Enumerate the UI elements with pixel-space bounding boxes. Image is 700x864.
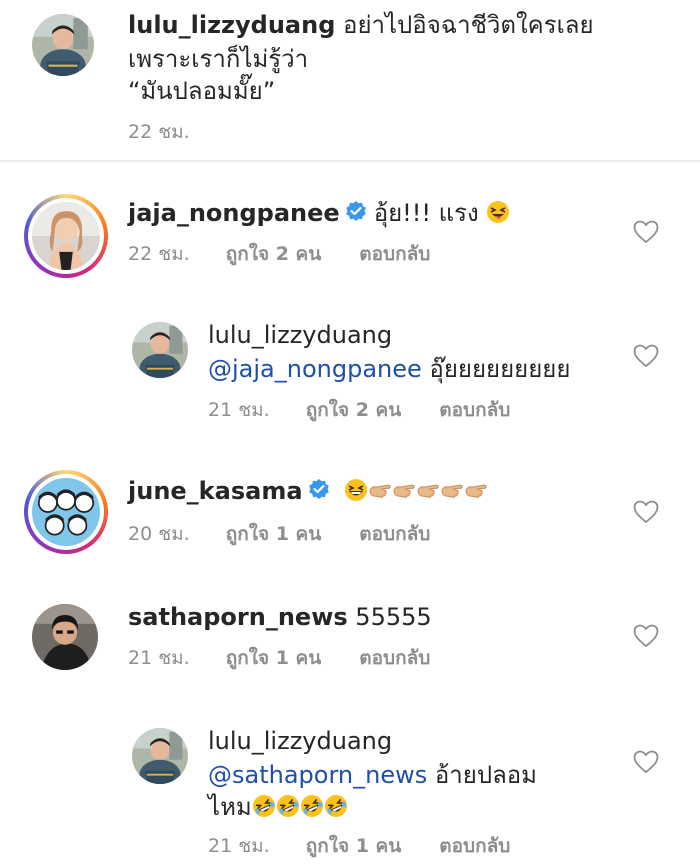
comment-text: อุ๊ยยยยยยยยย	[429, 355, 571, 383]
comment-username[interactable]: jaja_nongpanee	[128, 199, 340, 227]
rolling-laughing-emoji-icon	[324, 794, 348, 818]
timestamp: 21 ชม.	[208, 835, 270, 857]
reply-button[interactable]: ตอบกลับ	[439, 834, 510, 858]
comment-body: sathaporn_news 55555	[128, 602, 432, 632]
pointing-hand-emoji-icon	[416, 478, 440, 502]
caption-line-1: lulu_lizzyduang อย่าไปอิจฉาชีวิตใครเลย	[128, 10, 594, 40]
story-ring[interactable]	[24, 470, 108, 554]
mention-link[interactable]: @sathaporn_news	[208, 761, 427, 789]
like-heart-icon[interactable]	[633, 624, 659, 648]
avatar[interactable]	[32, 604, 98, 670]
grinning-squint-emoji-icon	[344, 478, 368, 502]
comment-body: jaja_nongpanee อุ้ย!!! แรง	[128, 198, 510, 228]
verified-badge-icon	[344, 200, 368, 224]
reply-button[interactable]: ตอบกลับ	[359, 242, 430, 266]
timestamp: 22 ชม.	[128, 121, 190, 143]
comment-body: june_kasama	[128, 476, 488, 506]
likes-count-link[interactable]: ถูกใจ 1 คน	[306, 834, 402, 858]
like-heart-icon[interactable]	[633, 500, 659, 524]
verified-badge-icon	[307, 478, 331, 502]
comment-username[interactable]: june_kasama	[128, 477, 303, 505]
comment-text: อ้ายปลอม	[434, 761, 538, 789]
rolling-laughing-emoji-icon	[252, 794, 276, 818]
avatar[interactable]	[32, 202, 100, 270]
likes-count-link[interactable]: ถูกใจ 2 คน	[226, 242, 322, 266]
comment-text: 55555	[355, 603, 432, 631]
comment-meta: 20 ชม. ถูกใจ 1 คน ตอบกลับ	[128, 522, 430, 546]
comment-username[interactable]: lulu_lizzyduang	[208, 320, 392, 350]
reply-button[interactable]: ตอบกลับ	[439, 398, 510, 422]
comment-body: @sathaporn_news อ้ายปลอม	[208, 760, 537, 790]
post-caption: lulu_lizzyduang อย่าไปอิจฉาชีวิตใครเลย เ…	[0, 0, 700, 160]
avatar[interactable]	[132, 322, 188, 378]
squinting-tongue-emoji-icon	[486, 200, 510, 224]
like-heart-icon[interactable]	[633, 750, 659, 774]
comment-text-2: ไหม	[208, 793, 252, 821]
likes-count-link[interactable]: ถูกใจ 1 คน	[226, 646, 322, 670]
reply-button[interactable]: ตอบกลับ	[359, 522, 430, 546]
comment-meta: 21 ชม. ถูกใจ 1 คน ตอบกลับ	[208, 834, 510, 858]
avatar[interactable]	[32, 14, 94, 76]
likes-count-link[interactable]: ถูกใจ 2 คน	[306, 398, 402, 422]
comment-body-line-2: ไหม	[208, 792, 348, 822]
story-ring[interactable]	[24, 194, 108, 278]
timestamp: 21 ชม.	[208, 399, 270, 421]
pointing-hand-emoji-icon	[392, 478, 416, 502]
comment-meta: 21 ชม. ถูกใจ 2 คน ตอบกลับ	[208, 398, 510, 422]
timestamp: 21 ชม.	[128, 647, 190, 669]
avatar[interactable]	[32, 478, 100, 546]
like-heart-icon[interactable]	[633, 344, 659, 368]
comment-meta: 22 ชม. ถูกใจ 2 คน ตอบกลับ	[128, 242, 430, 266]
timestamp: 22 ชม.	[128, 243, 190, 265]
rolling-laughing-emoji-icon	[300, 794, 324, 818]
avatar[interactable]	[132, 728, 188, 784]
rolling-laughing-emoji-icon	[276, 794, 300, 818]
caption-meta: 22 ชม.	[128, 120, 190, 144]
comment-meta: 21 ชม. ถูกใจ 1 คน ตอบกลับ	[128, 646, 430, 670]
caption-text: อย่าไปอิจฉาชีวิตใครเลย	[343, 11, 594, 39]
caption-username[interactable]: lulu_lizzyduang	[128, 11, 335, 39]
pointing-hand-emoji-icon	[440, 478, 464, 502]
likes-count-link[interactable]: ถูกใจ 1 คน	[226, 522, 322, 546]
caption-line-2: เพราะเราก็ไม่รู้ว่า	[128, 45, 309, 73]
pointing-hand-emoji-icon	[464, 478, 488, 502]
comment-username[interactable]: lulu_lizzyduang	[208, 726, 392, 756]
comment-text: อุ้ย!!! แรง	[373, 199, 479, 227]
comment-body: @jaja_nongpanee อุ๊ยยยยยยยยย	[208, 354, 570, 384]
reply-button[interactable]: ตอบกลับ	[359, 646, 430, 670]
comment-username[interactable]: sathaporn_news	[128, 603, 348, 631]
caption-line-3: “มันปลอมมั๊ย”	[128, 77, 276, 105]
mention-link[interactable]: @jaja_nongpanee	[208, 355, 422, 383]
divider	[0, 160, 700, 162]
timestamp: 20 ชม.	[128, 523, 190, 545]
pointing-hand-emoji-icon	[368, 478, 392, 502]
like-heart-icon[interactable]	[633, 220, 659, 244]
